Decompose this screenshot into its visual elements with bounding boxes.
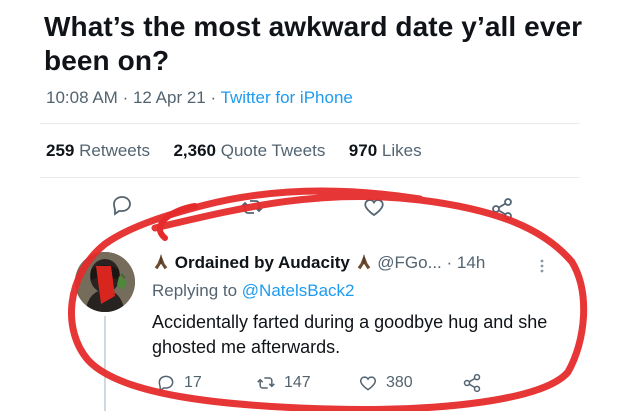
tweet-meta: 10:08 AM · 12 Apr 21 · Twitter for iPhon… [46,88,353,108]
tweet-source-link[interactable]: Twitter for iPhone [221,88,353,107]
divider [40,177,580,178]
retweet-icon [257,377,275,389]
avatar-image [75,252,135,312]
retweet-count: 147 [284,374,311,391]
share-icon [463,373,481,393]
reply-text: Accidentally farted during a goodbye hug… [152,312,548,357]
praying-hands-icon [154,254,168,270]
praying-hands-icon [357,254,370,270]
reply-header: Ordained by Audacity @FGo... · 14h [152,253,485,273]
heart-icon[interactable] [362,195,386,219]
reply-button[interactable]: 17 [156,370,202,396]
reply-action-bar: 17 147 380 [0,370,620,398]
tweet-action-bar [0,191,620,227]
meta-separator: · [446,253,453,272]
reply-display-name[interactable]: Ordained by Audacity [175,253,350,272]
retweets-label: Retweets [79,141,150,160]
avatar-image[interactable] [75,252,135,312]
meta-separator: · [210,88,217,107]
share-icon[interactable] [490,197,514,221]
divider [40,123,580,124]
reply-icon [158,375,174,392]
meta-separator: · [122,88,129,107]
quote-tweets-label: Quote Tweets [220,141,326,160]
retweet-button[interactable]: 147 [256,370,311,396]
tweet-date: 12 Apr 21 [132,88,206,107]
reply-time[interactable]: 14h [457,253,485,272]
quote-tweets-count: 2,360 [173,141,216,160]
likes-stat[interactable]: 970 Likes [349,141,422,160]
retweet-icon[interactable] [240,195,264,219]
tweet-text: What’s the most awkward date y’all ever … [44,11,583,76]
likes-label: Likes [381,141,422,160]
like-count: 380 [386,374,413,391]
tweet-screenshot: What’s the most awkward date y’all ever … [0,0,620,411]
retweets-stat[interactable]: 259 Retweets [46,141,155,160]
replying-handle-link[interactable]: @NatelsBack2 [242,281,355,300]
reply-count: 17 [184,374,202,391]
share-button[interactable] [462,370,482,396]
like-button[interactable]: 380 [358,370,413,396]
replying-prefix: Replying to [152,281,238,300]
likes-count: 970 [348,141,378,160]
more-icon[interactable] [534,258,550,274]
tweet-stats: 259 Retweets 2,360 Quote Tweets 970 Like… [46,141,422,161]
retweets-count: 259 [46,141,75,160]
replying-to: Replying to @NatelsBack2 [152,281,355,301]
heart-icon [359,376,377,391]
tweet-time: 10:08 AM [46,88,118,107]
reply-handle[interactable]: @FGo... [377,253,442,272]
quote-tweets-stat[interactable]: 2,360 Quote Tweets [173,141,330,160]
reply-icon[interactable] [110,193,134,217]
